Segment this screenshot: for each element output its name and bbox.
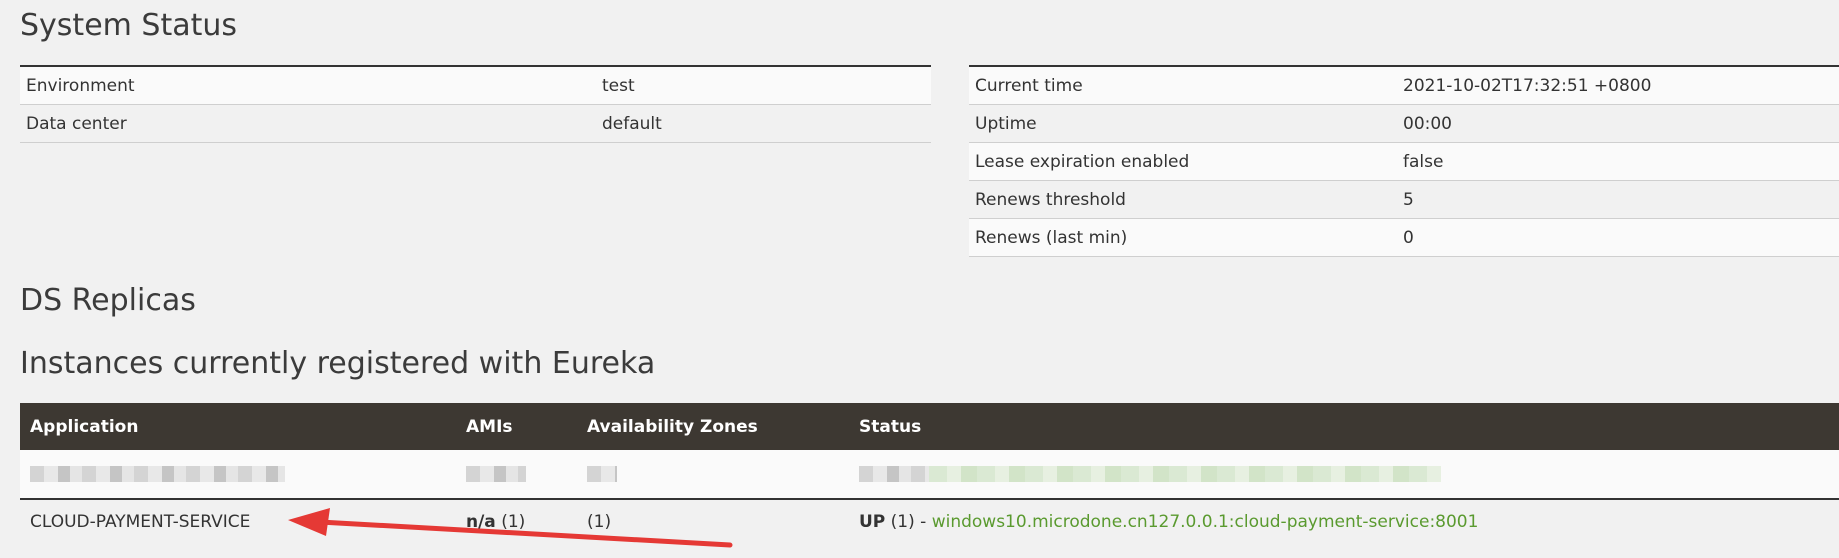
renews-last-min-label: Renews (last min) <box>969 218 1397 257</box>
zones-cell: (1) <box>577 499 849 544</box>
table-row-redacted <box>20 450 1839 500</box>
instances-table: Application AMIs Availability Zones Stat… <box>20 403 1839 544</box>
renews-threshold-label: Renews threshold <box>969 180 1397 219</box>
status-count: (1) - <box>885 512 932 532</box>
renews-threshold-value: 5 <box>1397 180 1839 219</box>
table-row: Renews threshold 5 <box>969 180 1839 219</box>
lease-expiration-label: Lease expiration enabled <box>969 142 1397 181</box>
ds-replicas-title: DS Replicas <box>20 283 196 318</box>
data-center-value: default <box>596 104 931 143</box>
current-time-label: Current time <box>969 65 1397 105</box>
amis-count: (1) <box>495 512 526 532</box>
lease-expiration-value: false <box>1397 142 1839 181</box>
table-row: Data center default <box>20 104 931 143</box>
redacted-zones <box>577 450 849 500</box>
status-value: UP <box>859 512 886 532</box>
environment-label: Environment <box>20 65 596 105</box>
instance-link[interactable]: windows10.microdone.cn127.0.0.1:cloud-pa… <box>932 512 1479 532</box>
amis-cell: n/a (1) <box>456 499 577 544</box>
table-header-row: Application AMIs Availability Zones Stat… <box>20 403 1839 450</box>
instances-title: Instances currently registered with Eure… <box>20 346 656 381</box>
status-header: Status <box>849 403 1839 450</box>
system-status-title: System Status <box>20 8 238 43</box>
application-name: CLOUD-PAYMENT-SERVICE <box>20 499 456 544</box>
environment-table: Environment test Data center default <box>20 65 931 143</box>
amis-value: n/a <box>466 512 496 532</box>
table-row: Uptime 00:00 <box>969 104 1839 143</box>
renews-last-min-value: 0 <box>1397 218 1839 257</box>
time-info-table: Current time 2021-10-02T17:32:51 +0800 U… <box>969 65 1839 257</box>
current-time-value: 2021-10-02T17:32:51 +0800 <box>1397 65 1839 105</box>
table-row: Renews (last min) 0 <box>969 218 1839 257</box>
table-row: Current time 2021-10-02T17:32:51 +0800 <box>969 65 1839 105</box>
redacted-amis <box>456 450 577 500</box>
table-row: Environment test <box>20 65 931 105</box>
zones-header: Availability Zones <box>577 403 849 450</box>
table-row: CLOUD-PAYMENT-SERVICE n/a (1) (1) UP (1)… <box>20 499 1839 544</box>
uptime-value: 00:00 <box>1397 104 1839 143</box>
redacted-application <box>20 450 456 500</box>
redacted-status <box>849 450 1839 500</box>
status-cell: UP (1) - windows10.microdone.cn127.0.0.1… <box>849 499 1839 544</box>
table-row: Lease expiration enabled false <box>969 142 1839 181</box>
amis-header: AMIs <box>456 403 577 450</box>
application-header: Application <box>20 403 456 450</box>
environment-value: test <box>596 65 931 105</box>
uptime-label: Uptime <box>969 104 1397 143</box>
data-center-label: Data center <box>20 104 596 143</box>
